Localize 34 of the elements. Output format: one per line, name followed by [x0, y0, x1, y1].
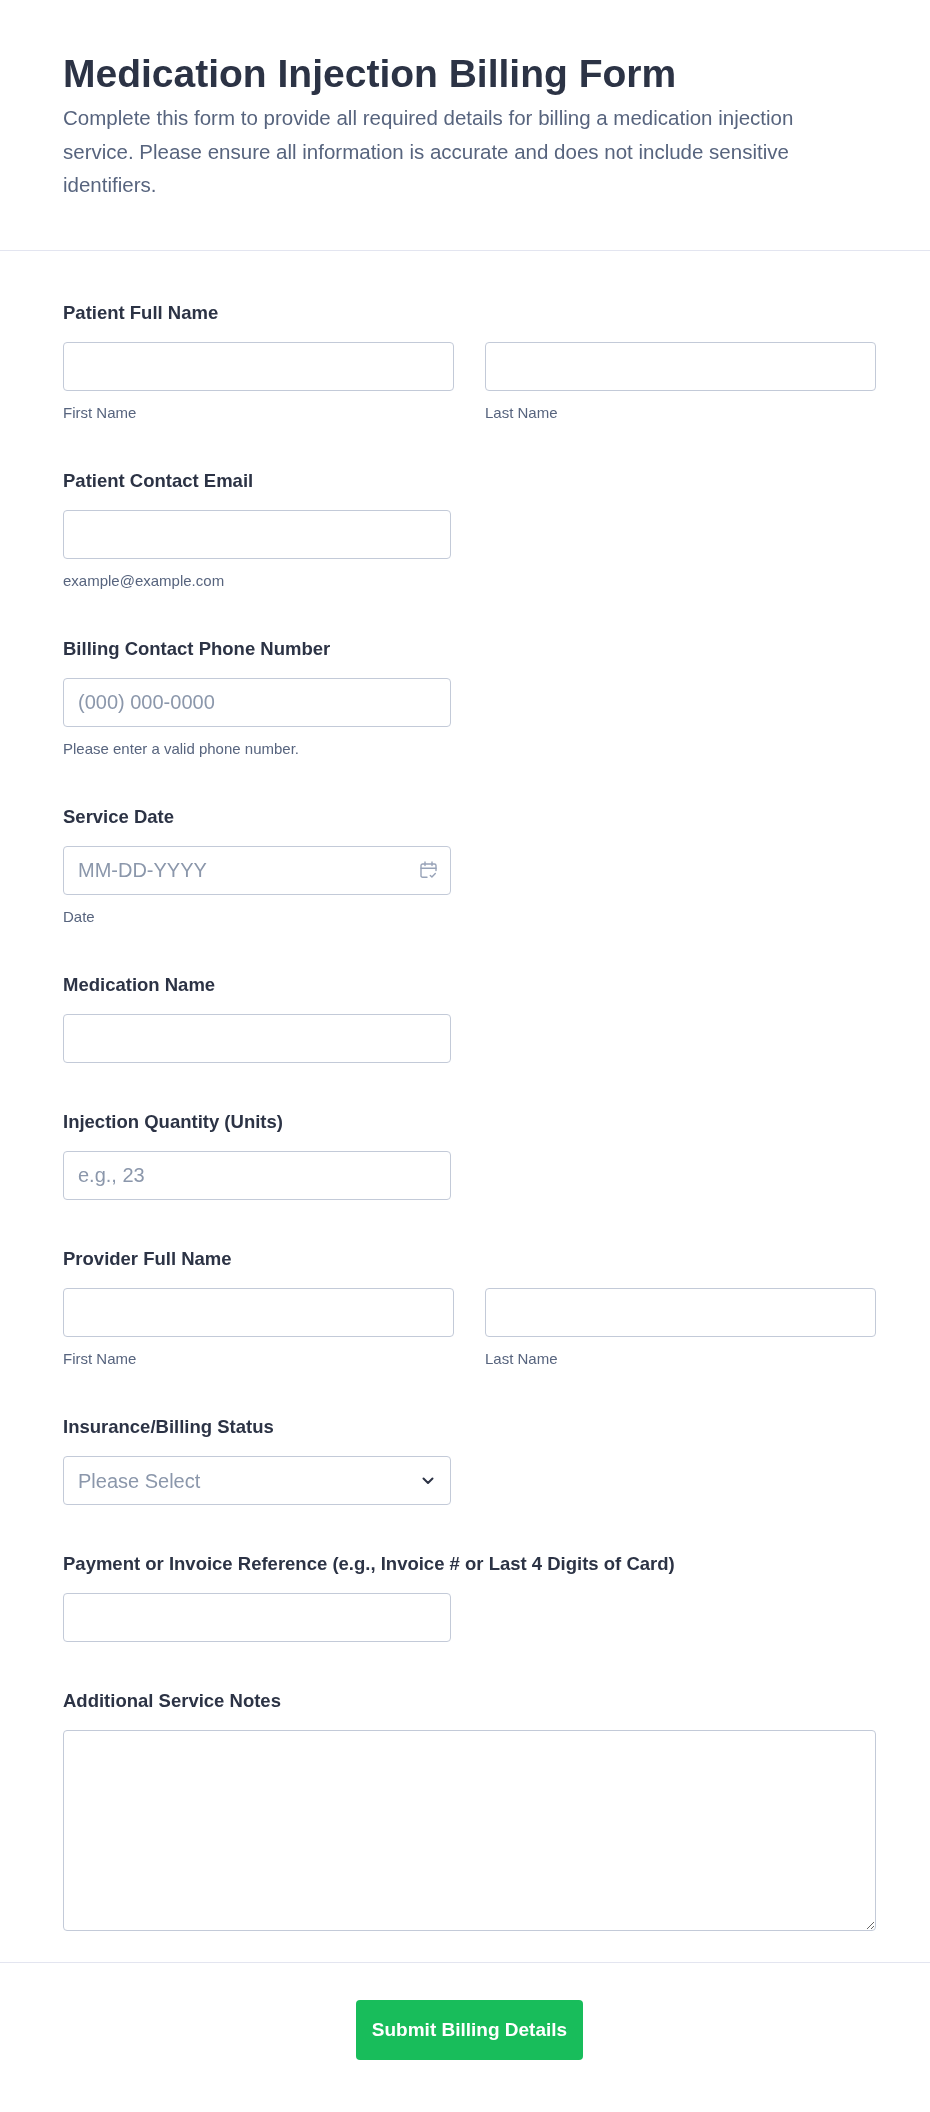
- form-title: Medication Injection Billing Form: [63, 51, 678, 97]
- notes-textarea[interactable]: [63, 1730, 876, 1932]
- number-input[interactable]: e.g., 23: [63, 1151, 451, 1201]
- field-label: Additional Service Notes: [63, 1689, 282, 1714]
- field-hint: First Name: [63, 404, 138, 423]
- email-input[interactable]: [63, 510, 451, 560]
- field-hint: First Name: [63, 1350, 138, 1369]
- calendar-icon: [420, 861, 437, 880]
- form-description: Complete this form to provide all required details for billing a medication injection service. Please ensure all information is accurate and does not include sensitive identifiers.: [63, 105, 795, 199]
- field-hint: Last Name: [485, 1350, 559, 1369]
- name-input[interactable]: [63, 342, 454, 392]
- field-label: Injection Quantity (Units): [63, 1110, 284, 1135]
- text-input[interactable]: [63, 1593, 451, 1643]
- field-label: Provider Full Name: [63, 1247, 233, 1272]
- status-select[interactable]: Please Select: [63, 1456, 451, 1506]
- date-input[interactable]: MM-DD-YYYY: [63, 846, 451, 896]
- field-label: Medication Name: [63, 973, 217, 998]
- field-hint: Please enter a valid phone number.: [63, 740, 300, 759]
- field-label: Payment or Invoice Reference (e.g., Invoice # or Last 4 Digits of Card): [63, 1552, 676, 1577]
- field-hint: Last Name: [485, 404, 559, 423]
- field-label: Service Date: [63, 805, 176, 830]
- field-label: Patient Full Name: [63, 301, 220, 326]
- field-label: Billing Contact Phone Number: [63, 637, 332, 662]
- name-input[interactable]: [485, 342, 876, 392]
- name-input[interactable]: [63, 1288, 454, 1338]
- chevron-down-icon: [422, 1477, 434, 1486]
- field-hint: example@example.com: [63, 572, 226, 591]
- text-input[interactable]: [63, 1014, 451, 1064]
- field-label: Insurance/Billing Status: [63, 1415, 275, 1440]
- field-hint: Date: [63, 908, 96, 927]
- name-input[interactable]: [485, 1288, 876, 1338]
- field-label: Patient Contact Email: [63, 469, 255, 494]
- submit-button[interactable]: Submit Billing Details: [355, 2000, 584, 2061]
- phone-input[interactable]: (000) 000-0000: [63, 678, 451, 728]
